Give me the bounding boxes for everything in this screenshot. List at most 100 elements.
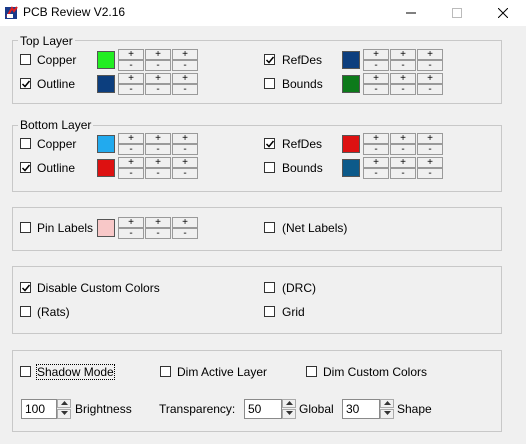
options-group xyxy=(12,266,502,334)
bottom-copper-plus-2[interactable]: + xyxy=(145,133,171,144)
top-copper-minus-3[interactable]: - xyxy=(172,60,198,71)
minimize-icon xyxy=(406,12,416,14)
top-outline-plus-3[interactable]: + xyxy=(172,73,198,84)
top-bounds-color-swatch[interactable] xyxy=(342,75,360,93)
bottom-copper-minus-3[interactable]: - xyxy=(172,144,198,155)
bottom-copper-plus-1[interactable]: + xyxy=(118,133,144,144)
disable-custom-colors-checkbox[interactable] xyxy=(20,282,31,293)
top-copper-checkbox[interactable] xyxy=(20,54,31,65)
top-outline-minus-2[interactable]: - xyxy=(145,84,171,95)
bottom-copper-minus-1[interactable]: - xyxy=(118,144,144,155)
top-outline-checkbox[interactable] xyxy=(20,78,31,89)
bottom-refdes-minus-3[interactable]: - xyxy=(417,144,443,155)
top-copper-minus-1[interactable]: - xyxy=(118,60,144,71)
top-refdes-minus-2[interactable]: - xyxy=(390,60,416,71)
bottom-outline-checkbox[interactable] xyxy=(20,162,31,173)
bottom-outline-minus-3[interactable]: - xyxy=(172,168,198,179)
top-refdes-plus-2[interactable]: + xyxy=(390,49,416,60)
bottom-copper-minus-2[interactable]: - xyxy=(145,144,171,155)
pin-labels-plus-1[interactable]: + xyxy=(118,217,144,228)
bottom-refdes-plus-3[interactable]: + xyxy=(417,133,443,144)
global-input[interactable]: 50 xyxy=(244,399,282,419)
bottom-outline-plus-3[interactable]: + xyxy=(172,157,198,168)
bottom-refdes-plus-1[interactable]: + xyxy=(363,133,389,144)
bottom-bounds-minus-3[interactable]: - xyxy=(417,168,443,179)
top-outline-plus-2[interactable]: + xyxy=(145,73,171,84)
bottom-bounds-label: Bounds xyxy=(282,161,323,175)
top-outline-minus-3[interactable]: - xyxy=(172,84,198,95)
checkmark-icon xyxy=(21,80,31,88)
brightness-label: Brightness xyxy=(75,402,132,416)
top-copper-plus-3[interactable]: + xyxy=(172,49,198,60)
top-refdes-plus-1[interactable]: + xyxy=(363,49,389,60)
shape-down-button[interactable] xyxy=(380,409,394,419)
pin-labels-plus-3[interactable]: + xyxy=(172,217,198,228)
bottom-bounds-checkbox[interactable] xyxy=(264,162,275,173)
bottom-copper-plus-3[interactable]: + xyxy=(172,133,198,144)
net-labels-label: (Net Labels) xyxy=(282,221,348,235)
bottom-bounds-plus-2[interactable]: + xyxy=(390,157,416,168)
bottom-refdes-checkbox[interactable] xyxy=(264,138,275,149)
bottom-bounds-plus-1[interactable]: + xyxy=(363,157,389,168)
title-bar: PCB Review V2.16 xyxy=(0,0,526,26)
dim-custom-colors-checkbox[interactable] xyxy=(306,366,317,377)
top-outline-color-swatch[interactable] xyxy=(97,75,115,93)
minimize-button[interactable] xyxy=(388,0,434,26)
top-bounds-minus-3[interactable]: - xyxy=(417,84,443,95)
top-refdes-plus-3[interactable]: + xyxy=(417,49,443,60)
top-refdes-color-swatch[interactable] xyxy=(342,51,360,69)
top-bounds-plus-2[interactable]: + xyxy=(390,73,416,84)
top-copper-plus-1[interactable]: + xyxy=(118,49,144,60)
brightness-down-button[interactable] xyxy=(57,409,71,419)
dim-active-layer-checkbox[interactable] xyxy=(160,366,171,377)
top-bounds-minus-2[interactable]: - xyxy=(390,84,416,95)
pin-labels-minus-3[interactable]: - xyxy=(172,228,198,239)
bottom-copper-color-swatch[interactable] xyxy=(97,135,115,153)
shape-up-button[interactable] xyxy=(380,399,394,408)
bottom-refdes-minus-2[interactable]: - xyxy=(390,144,416,155)
pin-labels-checkbox[interactable] xyxy=(20,222,31,233)
pin-labels-color-swatch[interactable] xyxy=(97,219,115,237)
top-outline-plus-1[interactable]: + xyxy=(118,73,144,84)
pin-labels-plus-2[interactable]: + xyxy=(145,217,171,228)
bottom-outline-minus-2[interactable]: - xyxy=(145,168,171,179)
grid-checkbox[interactable] xyxy=(264,306,275,317)
global-up-button[interactable] xyxy=(282,399,296,408)
top-bounds-checkbox[interactable] xyxy=(264,78,275,89)
bottom-refdes-color-swatch[interactable] xyxy=(342,135,360,153)
bottom-copper-checkbox[interactable] xyxy=(20,138,31,149)
top-refdes-minus-1[interactable]: - xyxy=(363,60,389,71)
bottom-outline-color-swatch[interactable] xyxy=(97,159,115,177)
top-refdes-minus-3[interactable]: - xyxy=(417,60,443,71)
top-bounds-plus-3[interactable]: + xyxy=(417,73,443,84)
brightness-up-button[interactable] xyxy=(57,399,71,408)
bottom-outline-minus-1[interactable]: - xyxy=(118,168,144,179)
shadow-mode-checkbox[interactable] xyxy=(20,366,31,377)
top-bounds-minus-1[interactable]: - xyxy=(363,84,389,95)
bottom-refdes-minus-1[interactable]: - xyxy=(363,144,389,155)
bottom-bounds-minus-2[interactable]: - xyxy=(390,168,416,179)
bottom-bounds-plus-3[interactable]: + xyxy=(417,157,443,168)
global-down-button[interactable] xyxy=(282,409,296,419)
bottom-outline-plus-1[interactable]: + xyxy=(118,157,144,168)
top-outline-minus-1[interactable]: - xyxy=(118,84,144,95)
bottom-bounds-color-swatch[interactable] xyxy=(342,159,360,177)
brightness-input[interactable]: 100 xyxy=(21,399,57,419)
top-refdes-checkbox[interactable] xyxy=(264,54,275,65)
close-button[interactable] xyxy=(480,0,526,26)
bottom-outline-plus-2[interactable]: + xyxy=(145,157,171,168)
shape-input[interactable]: 30 xyxy=(342,399,380,419)
bottom-bounds-minus-1[interactable]: - xyxy=(363,168,389,179)
rats-checkbox[interactable] xyxy=(20,306,31,317)
pin-labels-minus-2[interactable]: - xyxy=(145,228,171,239)
top-copper-minus-2[interactable]: - xyxy=(145,60,171,71)
bottom-refdes-plus-2[interactable]: + xyxy=(390,133,416,144)
top-copper-plus-2[interactable]: + xyxy=(145,49,171,60)
pin-labels-minus-1[interactable]: - xyxy=(118,228,144,239)
top-copper-color-swatch[interactable] xyxy=(97,51,115,69)
drc-checkbox[interactable] xyxy=(264,282,275,293)
maximize-button[interactable] xyxy=(434,0,480,26)
net-labels-checkbox[interactable] xyxy=(264,222,275,233)
top-bounds-plus-1[interactable]: + xyxy=(363,73,389,84)
rats-label: (Rats) xyxy=(37,305,70,319)
